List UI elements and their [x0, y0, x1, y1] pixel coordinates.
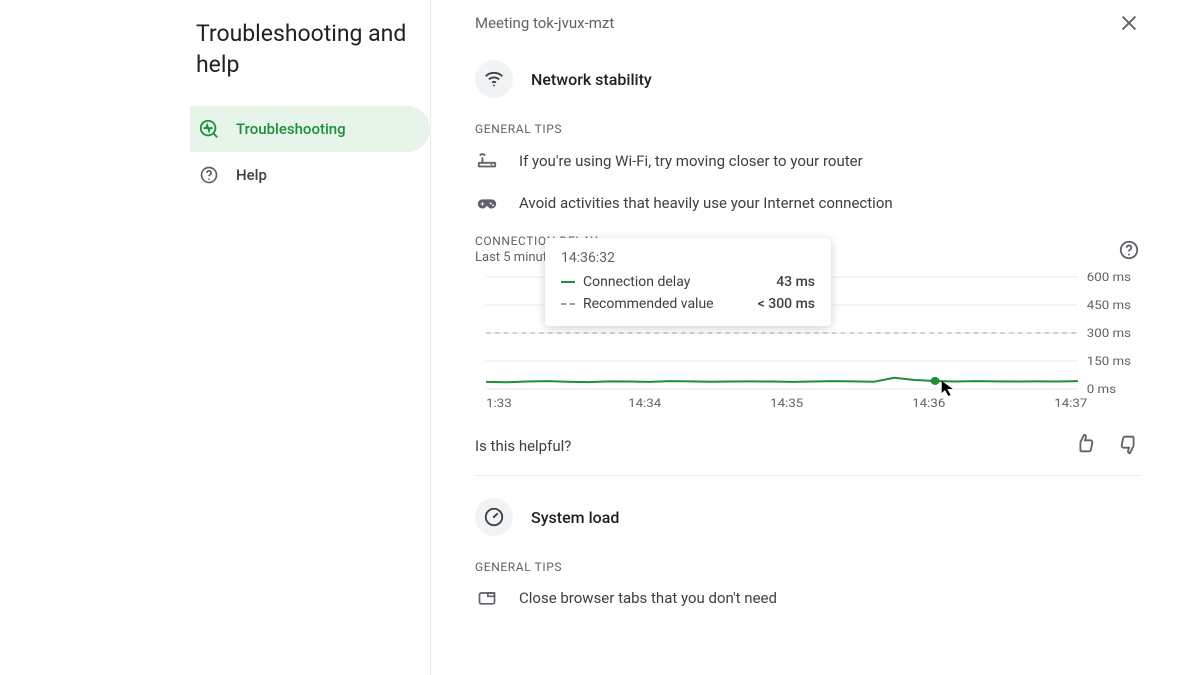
main-panel: Meeting tok-jvux-mzt Network stability G…	[430, 0, 1200, 675]
thumbs-down-icon[interactable]	[1118, 433, 1140, 459]
general-tips-caption: GENERAL TIPS	[475, 122, 1140, 136]
svg-text:14:35: 14:35	[770, 397, 803, 411]
gauge-icon	[475, 498, 513, 536]
svg-text:450 ms: 450 ms	[1087, 299, 1131, 313]
svg-text:600 ms: 600 ms	[1087, 271, 1131, 285]
tip-row: If you're using Wi-Fi, try moving closer…	[475, 150, 1140, 172]
svg-text:14:37: 14:37	[1054, 397, 1087, 411]
tip-text: If you're using Wi-Fi, try moving closer…	[519, 152, 863, 170]
sidebar-item-label: Troubleshooting	[236, 120, 346, 138]
tip-row: Avoid activities that heavily use your I…	[475, 192, 1140, 214]
tip-text: Close browser tabs that you don't need	[519, 589, 777, 607]
divider	[475, 475, 1140, 476]
svg-text:0 ms: 0 ms	[1087, 383, 1116, 397]
tip-text: Avoid activities that heavily use your I…	[519, 194, 893, 212]
svg-text:14:36: 14:36	[912, 397, 945, 411]
gamepad-icon	[475, 192, 499, 214]
section-network-header: Network stability	[475, 60, 1140, 98]
help-circle-icon[interactable]	[1118, 239, 1140, 265]
feedback-bar: Is this helpful?	[475, 433, 1140, 459]
tooltip-rec-label: Recommended value	[583, 296, 714, 312]
svg-text:14:34: 14:34	[628, 397, 661, 411]
sidebar-item-troubleshooting[interactable]: Troubleshooting	[190, 106, 430, 152]
legend-swatch-dash	[561, 303, 575, 305]
tooltip-time: 14:36:32	[561, 250, 815, 266]
svg-text:300 ms: 300 ms	[1087, 327, 1131, 341]
general-tips-caption: GENERAL TIPS	[475, 560, 1140, 574]
page-title: Troubleshooting and help	[190, 18, 430, 106]
section-title-system: System load	[531, 508, 619, 527]
thumbs-up-icon[interactable]	[1074, 433, 1096, 459]
router-icon	[475, 150, 499, 172]
chart-tooltip: 14:36:32 Connection delay 43 ms Recommen…	[545, 238, 831, 326]
close-icon[interactable]	[1118, 12, 1140, 38]
help-circle-icon	[198, 165, 220, 185]
legend-swatch-line	[561, 281, 575, 283]
wifi-icon	[475, 60, 513, 98]
section-system-header: System load	[475, 498, 1140, 536]
svg-text:1:33: 1:33	[486, 397, 512, 411]
sidebar: Troubleshooting and help Troubleshooting…	[0, 0, 430, 675]
tip-row: Close browser tabs that you don't need	[475, 588, 1140, 608]
tooltip-rec-value: < 300 ms	[758, 296, 815, 312]
feedback-question: Is this helpful?	[475, 437, 571, 455]
svg-text:150 ms: 150 ms	[1087, 355, 1131, 369]
connection-delay-chart: CONNECTION DELAY Last 5 minutes 0 ms150 …	[475, 234, 1140, 411]
sidebar-item-label: Help	[236, 166, 267, 184]
tooltip-delay-value: 43 ms	[776, 274, 815, 290]
tooltip-delay-label: Connection delay	[583, 274, 690, 290]
tab-icon	[475, 588, 499, 608]
section-title-network: Network stability	[531, 70, 652, 89]
sidebar-item-help[interactable]: Help	[190, 152, 430, 198]
pulse-search-icon	[198, 118, 220, 140]
meeting-id: Meeting tok-jvux-mzt	[475, 14, 1140, 32]
